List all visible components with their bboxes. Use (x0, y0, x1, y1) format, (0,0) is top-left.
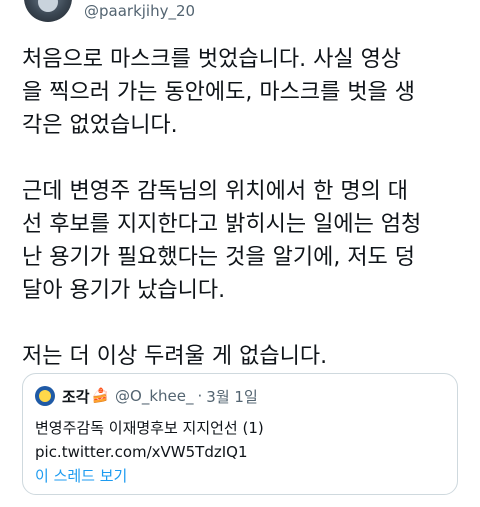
quoted-tweet-body: 변영주감독 이재명후보 지지언선 (1) pic.twitter.com/xVW… (35, 416, 445, 464)
quoted-tweet-date[interactable]: 3월 1일 (206, 386, 257, 407)
avatar-face-image (38, 0, 58, 12)
cake-emoji-icon: 🍰 (91, 388, 110, 404)
quoted-tweet-card[interactable]: 조각 🍰 @O_khee_ · 3월 1일 변영주감독 이재명후보 지지언선 (… (22, 373, 458, 495)
tweet-text: 처음으로 마스크를 벗었습니다. 사실 영상 을 찍으러 가는 동안에도, 마스… (22, 47, 422, 369)
quoted-tweet-media-link[interactable]: pic.twitter.com/xVW5TdzIQ1 (35, 440, 445, 464)
tweet-header: @paarkjihy_20 (0, 0, 480, 24)
quoted-tweet-text: 변영주감독 이재명후보 지지언선 (1) (35, 419, 264, 437)
user-handle[interactable]: @paarkjihy_20 (84, 2, 195, 20)
separator-dot: · (197, 387, 203, 405)
quoted-user-handle[interactable]: @O_khee_ (115, 387, 193, 405)
user-avatar[interactable] (24, 0, 72, 22)
show-thread-link[interactable]: 이 스레드 보기 (35, 465, 127, 486)
quoted-user-name[interactable]: 조각 (62, 386, 90, 407)
quoted-tweet-header: 조각 🍰 @O_khee_ · 3월 1일 (35, 386, 258, 406)
quoted-user-avatar[interactable] (35, 386, 55, 406)
